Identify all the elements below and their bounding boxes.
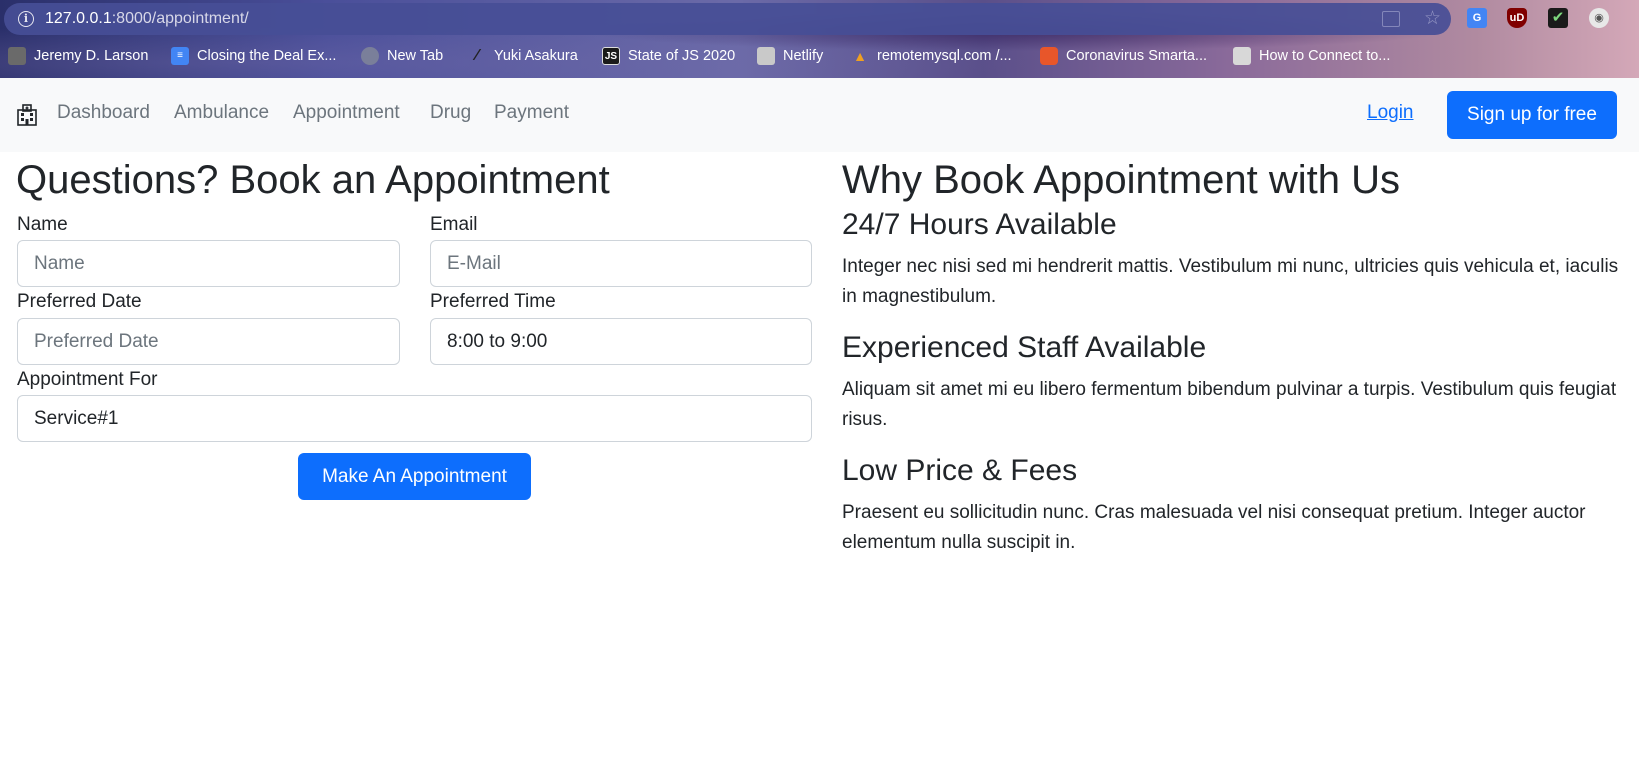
bookmark-label: Netlify — [783, 48, 824, 64]
bookmark-item[interactable]: ⁄ Yuki Asakura — [468, 44, 578, 68]
browser-chrome: i 127.0.0.1:8000/appointment/ ☆ G uD ✔ ◉… — [0, 0, 1639, 78]
pma-icon: ▲ — [853, 48, 867, 64]
make-appointment-button[interactable]: Make An Appointment — [298, 453, 531, 500]
bookmark-item[interactable]: JS State of JS 2020 — [602, 44, 735, 68]
time-select[interactable]: 8:00 to 9:00 — [430, 318, 812, 365]
why-us-title: Why Book Appointment with Us — [842, 158, 1401, 202]
login-link[interactable]: Login — [1367, 102, 1414, 124]
bookmark-item[interactable]: Netlify — [757, 44, 823, 68]
address-bar[interactable]: i 127.0.0.1:8000/appointment/ ☆ — [4, 3, 1451, 35]
bookmark-label: Coronavirus Smarta... — [1066, 48, 1208, 64]
nav-ambulance[interactable]: Ambulance — [174, 102, 269, 124]
url-host: 127.0.0.1 — [45, 10, 112, 27]
top-navbar: Dashboard Ambulance Appointment Drug Pay… — [0, 78, 1639, 152]
bookmark-item[interactable]: ≡ Closing the Deal Ex... — [171, 44, 336, 68]
bookmark-label: remotemysql.com /... — [877, 48, 1012, 64]
feature-title: 24/7 Hours Available — [842, 208, 1117, 241]
github-icon[interactable]: ◉ — [1589, 8, 1609, 28]
feature-title: Low Price & Fees — [842, 454, 1078, 487]
feather-icon: ⁄ — [475, 47, 479, 64]
js-icon: JS — [602, 47, 620, 65]
date-label: Preferred Date — [17, 291, 142, 312]
feature-text: Aliquam sit amet mi eu libero fermentum … — [842, 379, 1617, 430]
url-text[interactable]: 127.0.0.1:8000/appointment/ — [45, 10, 249, 28]
bookmark-label: Closing the Deal Ex... — [197, 48, 337, 64]
share-icon[interactable] — [1382, 11, 1400, 27]
star-icon[interactable]: ☆ — [1424, 7, 1441, 30]
bookmark-item[interactable]: New Tab — [361, 44, 443, 68]
coronavirus-icon — [1040, 47, 1058, 65]
service-select[interactable]: Service#1 — [17, 395, 812, 442]
check-icon[interactable]: ✔ — [1548, 8, 1568, 28]
docs-icon: ≡ — [171, 47, 189, 65]
nav-dashboard[interactable]: Dashboard — [57, 102, 150, 124]
feature-text: Integer nec nisi sed mi hendrerit mattis… — [842, 256, 1619, 307]
why-us-section: Why Book Appointment with Us 24/7 Hours … — [842, 152, 1622, 576]
bookmark-label: How to Connect to... — [1259, 48, 1391, 64]
email-label: Email — [430, 214, 478, 235]
bookmark-item[interactable]: ▲ remotemysql.com /... — [851, 44, 1012, 68]
save-icon — [1233, 47, 1251, 65]
time-label: Preferred Time — [430, 291, 556, 312]
cube-icon — [8, 47, 26, 65]
feature-text: Praesent eu sollicitudin nunc. Cras male… — [842, 502, 1586, 553]
service-label: Appointment For — [17, 369, 158, 390]
netlify-icon — [757, 47, 775, 65]
hospital-icon[interactable] — [16, 104, 38, 126]
bookmark-label: Jeremy D. Larson — [34, 48, 149, 64]
translate-icon[interactable]: G — [1467, 8, 1487, 28]
globe-icon — [361, 47, 379, 65]
bookmark-item[interactable]: How to Connect to... — [1233, 44, 1390, 68]
bookmark-item[interactable]: Coronavirus Smarta... — [1040, 44, 1207, 68]
appointment-form-section: Questions? Book an Appointment Name Name… — [16, 152, 812, 500]
info-icon[interactable]: i — [18, 11, 34, 27]
ublock-icon[interactable]: uD — [1507, 8, 1527, 28]
email-input[interactable]: E-Mail — [430, 240, 812, 287]
name-input[interactable]: Name — [17, 240, 400, 287]
signup-button[interactable]: Sign up for free — [1447, 91, 1617, 139]
bookmark-label: State of JS 2020 — [628, 48, 736, 64]
name-label: Name — [17, 214, 68, 235]
appointment-form: Name Name Email E-Mail Preferred Date Pr… — [16, 152, 812, 512]
date-input[interactable]: Preferred Date — [17, 318, 400, 365]
bookmark-label: New Tab — [387, 48, 444, 64]
feature-title: Experienced Staff Available — [842, 331, 1207, 364]
nav-appointment[interactable]: Appointment — [293, 102, 400, 124]
nav-payment[interactable]: Payment — [494, 102, 569, 124]
url-path: :8000/appointment/ — [111, 10, 249, 27]
bookmark-label: Yuki Asakura — [494, 48, 578, 64]
nav-drug[interactable]: Drug — [430, 102, 471, 124]
bookmark-item[interactable]: Jeremy D. Larson — [8, 44, 148, 68]
